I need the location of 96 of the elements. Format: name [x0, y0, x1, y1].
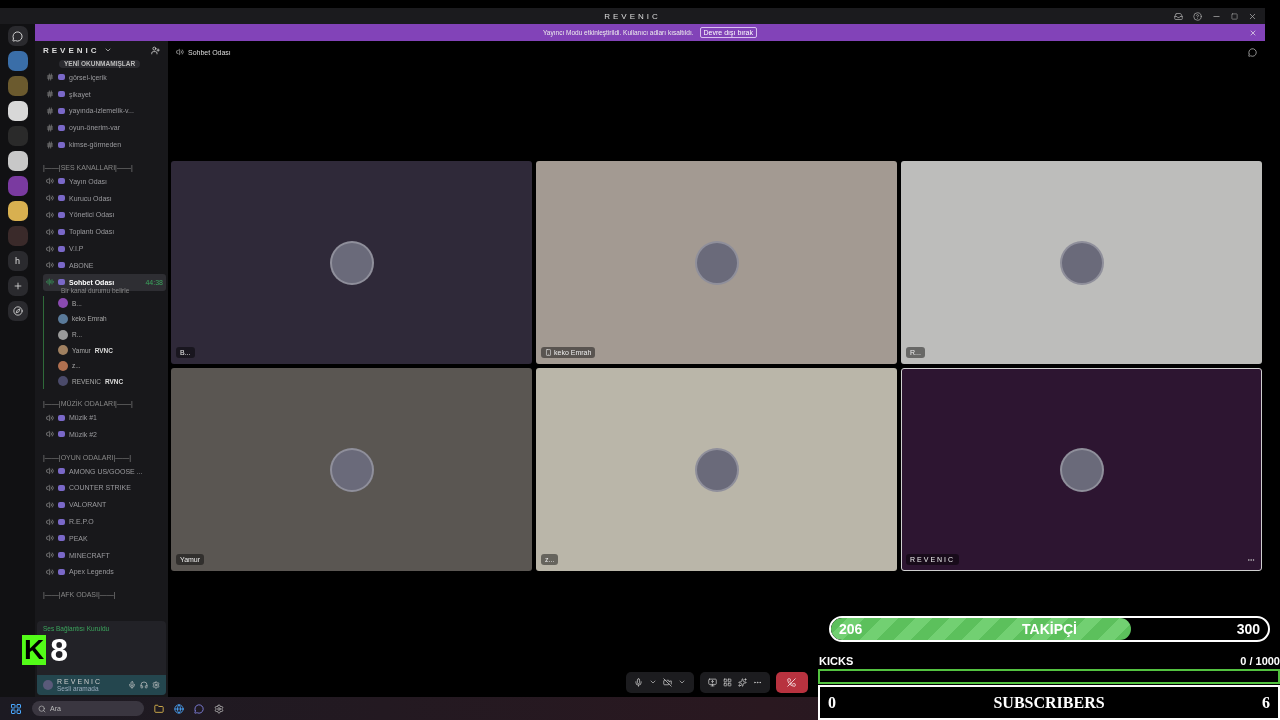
viewer-count: 8	[50, 635, 69, 665]
settings-icon[interactable]	[214, 703, 224, 714]
mic-button[interactable]	[633, 678, 643, 687]
chat-icon[interactable]	[1248, 47, 1257, 57]
emoji-icon	[58, 124, 65, 131]
emoji-icon	[58, 518, 65, 525]
speaker-icon	[46, 467, 54, 476]
folder-icon[interactable]	[154, 703, 164, 714]
maximize-icon[interactable]	[1231, 12, 1238, 20]
emoji-icon	[58, 414, 65, 421]
close-icon[interactable]	[1249, 28, 1257, 37]
emoji-icon	[58, 178, 65, 185]
chevron-icon[interactable]	[648, 678, 657, 686]
server-icon[interactable]	[7, 101, 28, 121]
server-icon[interactable]	[7, 151, 28, 171]
chat-app-icon[interactable]	[194, 703, 204, 714]
speaker-icon	[46, 244, 54, 253]
activities-button[interactable]	[722, 678, 732, 687]
goal-target: / 1000	[1249, 655, 1280, 667]
close-icon[interactable]	[1248, 11, 1257, 21]
home-button[interactable]	[7, 26, 28, 46]
speaker-icon	[46, 517, 54, 526]
speaker-icon	[46, 261, 54, 270]
emoji-icon	[58, 484, 65, 491]
emoji-icon	[58, 501, 65, 508]
share-screen-button[interactable]	[707, 678, 717, 687]
hash-icon	[46, 140, 54, 149]
window-title: REVENIC	[604, 11, 661, 21]
discover-button[interactable]	[7, 301, 28, 321]
phone-icon	[545, 349, 552, 356]
speaker-icon	[46, 551, 54, 560]
goal-label: SUBSCRIBERS	[993, 693, 1105, 712]
hash-icon	[46, 123, 54, 132]
emoji-icon	[58, 568, 65, 575]
emoji-icon	[58, 279, 65, 286]
server-name[interactable]: REVENIC	[43, 45, 100, 55]
sound-wave-icon	[46, 278, 54, 287]
more-icon[interactable]	[1247, 556, 1255, 564]
more-button[interactable]	[752, 678, 762, 687]
emoji-icon	[58, 91, 65, 98]
goal-target: 300	[1236, 621, 1260, 637]
emoji-icon	[58, 141, 65, 148]
server-icon[interactable]	[7, 201, 28, 221]
emoji-icon	[58, 74, 65, 81]
speaker-icon	[46, 227, 54, 236]
camera-button[interactable]	[662, 678, 672, 687]
speaker-icon	[46, 210, 54, 219]
speaker-icon	[46, 430, 54, 439]
headphones-icon[interactable]	[140, 681, 148, 689]
plus-icon	[12, 281, 23, 291]
speaker-icon	[46, 177, 54, 186]
mic-icon[interactable]	[128, 681, 136, 689]
add-server-button[interactable]	[7, 276, 28, 296]
speaker-icon	[176, 48, 184, 56]
chevron-icon[interactable]	[677, 678, 686, 686]
effects-button[interactable]	[737, 678, 747, 687]
hang-up-button[interactable]	[775, 672, 808, 693]
emoji-icon	[58, 262, 65, 269]
server-button[interactable]: h	[7, 251, 28, 271]
emoji-icon	[58, 245, 65, 252]
emoji-icon	[58, 228, 65, 235]
phone-off-icon	[787, 678, 796, 687]
emoji-icon	[58, 468, 65, 475]
emoji-icon	[58, 431, 65, 438]
help-icon[interactable]	[1193, 11, 1202, 21]
avatar	[43, 680, 53, 690]
chat-bubble-icon	[12, 30, 23, 42]
emoji-icon	[58, 211, 65, 218]
speaker-icon	[46, 534, 54, 543]
goal-label: TAKİPÇİ	[1022, 621, 1077, 637]
settings-icon[interactable]	[152, 681, 160, 689]
search-icon	[38, 704, 46, 713]
logo-letter: K	[22, 635, 47, 665]
browser-icon[interactable]	[174, 703, 184, 714]
goal-target: 6	[1262, 693, 1270, 712]
inbox-icon[interactable]	[1174, 11, 1183, 21]
start-icon[interactable]	[10, 702, 22, 715]
speaker-icon	[46, 500, 54, 509]
speaker-icon	[46, 567, 54, 576]
speaker-icon	[46, 194, 54, 203]
hash-icon	[46, 73, 54, 82]
emoji-icon	[58, 108, 65, 114]
goal-label: KICKS	[819, 655, 854, 667]
goal-current: 206	[839, 621, 863, 637]
chevron-icon	[103, 46, 112, 54]
compass-icon	[12, 306, 23, 316]
goal-current: 0	[1240, 655, 1247, 667]
speaker-icon	[46, 413, 54, 422]
goal-current: 0	[828, 693, 836, 712]
invite-icon[interactable]	[151, 45, 160, 55]
hash-icon	[46, 90, 54, 99]
speaker-icon	[46, 483, 54, 492]
emoji-icon	[58, 535, 65, 542]
emoji-icon	[58, 195, 65, 202]
emoji-icon	[58, 552, 65, 559]
hash-icon	[46, 107, 54, 115]
